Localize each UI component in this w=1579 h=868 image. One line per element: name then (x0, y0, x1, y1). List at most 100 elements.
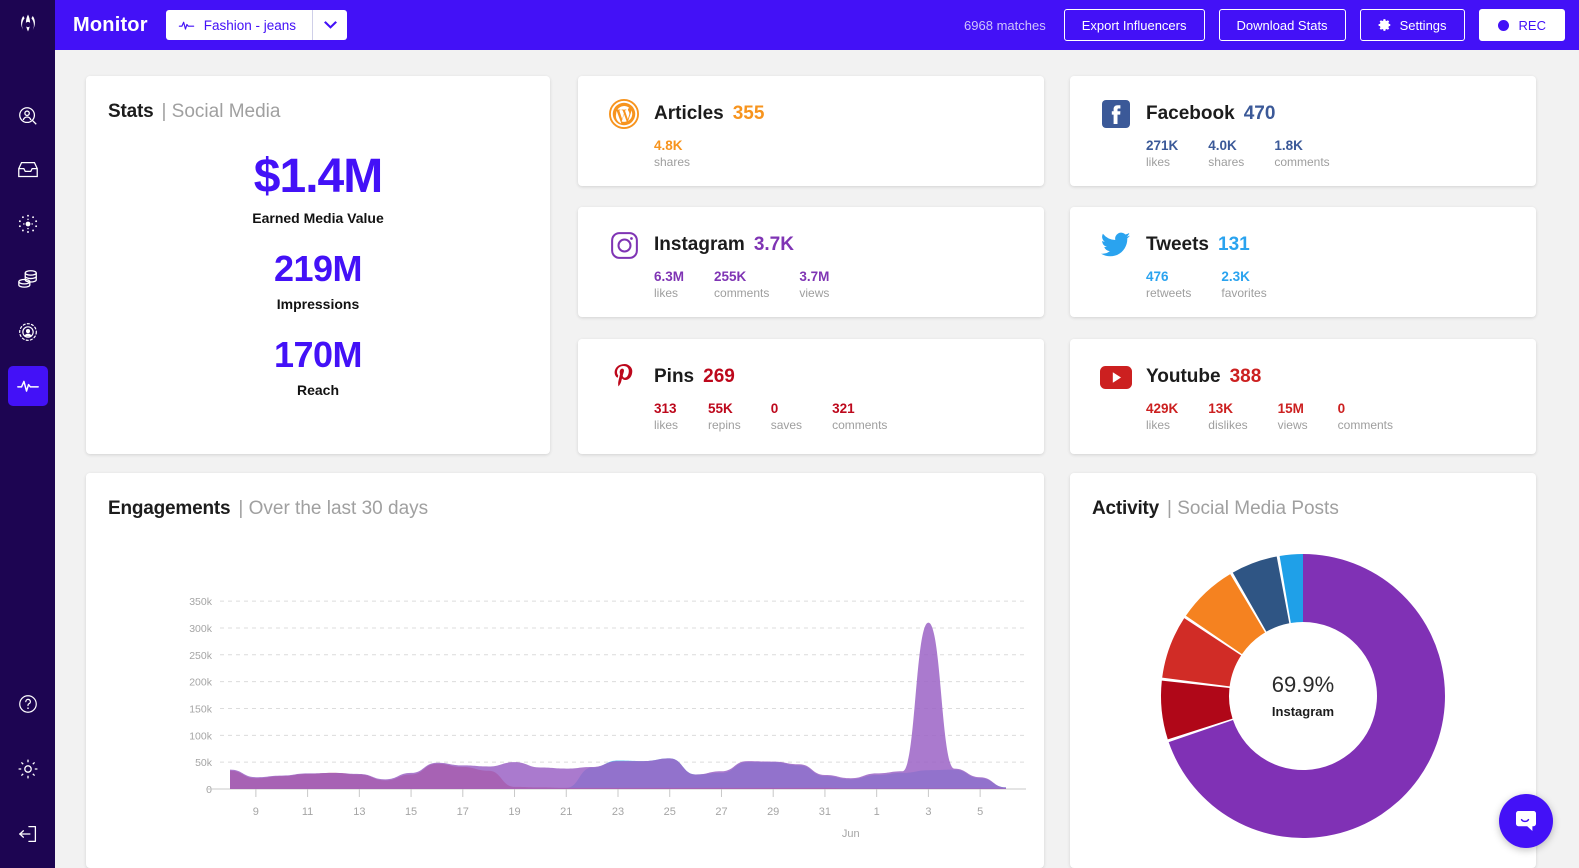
sidebar-item-audience[interactable] (8, 312, 48, 352)
sidebar-item-settings[interactable] (8, 749, 48, 789)
settings-button[interactable]: Settings (1359, 9, 1465, 41)
metric-retweets: 476 retweets (1146, 269, 1191, 300)
flame-logo-icon (20, 14, 35, 32)
chat-bubble-icon (1516, 811, 1536, 831)
instagram-count: 3.7K (753, 234, 794, 255)
youtube-count: 388 (1229, 366, 1262, 387)
metric-comments: 1.8K comments (1274, 138, 1329, 169)
metric-views: 3.7M views (799, 269, 829, 300)
metric-value: 4.0K (1208, 138, 1237, 153)
x-axis-tick-label: 27 (715, 806, 727, 818)
metric-label: shares (654, 155, 691, 169)
metric-favorites: 2.3K favorites (1221, 269, 1266, 300)
wordpress-icon (608, 98, 640, 130)
metric-repins: 55K repins (708, 401, 741, 432)
metric-views: 15M views (1278, 401, 1308, 432)
campaign-dropdown-toggle[interactable] (313, 10, 347, 40)
sparkle-network-icon (18, 214, 37, 233)
x-axis-tick-label: 17 (457, 806, 469, 818)
facebook-title: Facebook (1146, 103, 1235, 124)
chevron-down-icon (323, 20, 337, 29)
activity-donut-chart[interactable]: 69.9% Instagram (1070, 528, 1536, 863)
metric-likes: 313 likes (654, 401, 678, 432)
stats-title: Stats (108, 101, 154, 122)
engagements-title: Engagements (108, 498, 231, 519)
sidebar-item-influencer-search[interactable] (8, 96, 48, 136)
metric-shares: 4.8K shares (654, 138, 690, 169)
activity-card: Activity | Social Media Posts 69.9% Inst… (1070, 473, 1536, 868)
y-axis-tick-label: 200k (189, 677, 213, 689)
x-axis-tick-label: 23 (612, 806, 624, 818)
metric-comments: 255K comments (714, 269, 769, 300)
sidebar-item-monitor[interactable] (7, 366, 48, 406)
sidebar-item-logout[interactable] (8, 814, 48, 854)
engagements-area-chart[interactable]: 0 50k 100k 150k 200k 250k 300k 350k 9 11 13 15 17 19 2… (86, 533, 1044, 863)
metric-label: likes (654, 418, 679, 432)
gear-icon (18, 759, 37, 779)
y-axis-tick-label: 0 (206, 784, 212, 796)
metric-label: retweets (1146, 286, 1192, 300)
y-axis-tick-label: 100k (189, 730, 213, 742)
metric-value: 271K (1146, 138, 1179, 153)
header-actions: 6968 matches Export Influencers Download… (964, 9, 1579, 41)
metric-label: likes (1146, 155, 1171, 169)
download-stats-button[interactable]: Download Stats (1218, 9, 1346, 41)
x-axis-tick-label: 5 (977, 806, 983, 818)
person-search-icon (18, 107, 37, 125)
sidebar-item-help[interactable] (8, 684, 48, 724)
metric-label: comments (1337, 418, 1394, 432)
instagram-icon (608, 229, 640, 261)
activity-card-header: Activity | Social Media Posts (1070, 473, 1536, 520)
youtube-title: Youtube (1146, 366, 1221, 387)
x-axis-tick-label: 1 (874, 806, 880, 818)
top-header: Monitor Fashion - jeans 6968 matches Exp… (55, 0, 1579, 50)
sidebar-item-budget[interactable] (8, 258, 48, 298)
gear-icon (1378, 19, 1390, 31)
instagram-header: Instagram 3.7K (578, 207, 1044, 261)
export-influencers-button[interactable]: Export Influencers (1063, 9, 1205, 41)
metric-label: dislikes (1208, 418, 1248, 432)
metric-value: 3.7M (799, 269, 830, 284)
activity-title: Activity (1092, 498, 1160, 519)
metric-value: 255K (714, 269, 747, 284)
metric-value: 15M (1277, 401, 1304, 416)
sidebar-item-discover[interactable] (8, 204, 48, 244)
campaign-selector-main[interactable]: Fashion - jeans (166, 10, 314, 40)
tweets-card: Tweets 131 476 retweets 2.3K favorites (1070, 207, 1536, 317)
metric-likes: 6.3M likes (654, 269, 684, 300)
metric-saves: 0 saves (771, 401, 802, 432)
stat-value: 170M (273, 334, 363, 375)
y-axis-tick-label: 350k (189, 596, 213, 608)
settings-label: Settings (1399, 17, 1447, 33)
metric-label: comments (1274, 155, 1330, 169)
campaign-label: Fashion - jeans (203, 17, 297, 33)
tweets-header: Tweets 131 (1070, 207, 1536, 261)
audience-icon (18, 323, 37, 341)
engagements-card-header: Engagements | Over the last 30 days (86, 473, 1044, 520)
sidebar (0, 0, 55, 868)
x-axis-tick-label: 11 (302, 806, 313, 818)
stat-earned-media-value: $1.4M Earned Media Value (252, 153, 384, 227)
metric-label: repins (708, 418, 741, 432)
rec-label: REC (1518, 17, 1546, 33)
instagram-metrics: 6.3M likes 255K comments 3.7M views (578, 269, 1044, 300)
metric-dislikes: 13K dislikes (1208, 401, 1247, 432)
campaign-selector[interactable]: Fashion - jeans (165, 10, 348, 40)
metric-label: likes (1146, 418, 1171, 432)
stats-subtitle: | Social Media (161, 101, 281, 122)
twitter-icon (1100, 229, 1132, 261)
metric-value: 313 (654, 401, 677, 416)
rec-button[interactable]: REC (1478, 9, 1565, 41)
download-stats-label: Download Stats (1236, 17, 1328, 33)
donut-center-percent: 69.9% (1271, 672, 1335, 697)
facebook-icon (1100, 98, 1132, 130)
chat-widget-button[interactable] (1499, 794, 1553, 848)
stats-card: Stats | Social Media $1.4M Earned Media … (86, 76, 550, 454)
metric-value: 429K (1146, 401, 1179, 416)
metric-value: 1.8K (1274, 138, 1303, 153)
app-logo[interactable] (0, 0, 55, 50)
engagements-subtitle: | Over the last 30 days (238, 498, 429, 519)
stat-label: Reach (296, 382, 340, 398)
sidebar-item-inbox[interactable] (8, 150, 48, 190)
y-axis-tick-label: 300k (189, 623, 213, 635)
